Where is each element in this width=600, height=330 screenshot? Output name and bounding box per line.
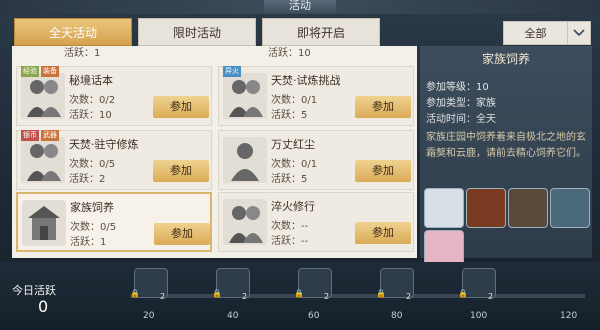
activity-active: 活跃：1 (70, 237, 107, 248)
activity-avatar (223, 137, 267, 183)
tag-fire: 异火 (223, 66, 241, 77)
detail-time: 活动时间：全天 (426, 114, 496, 125)
partial-active-right: 活跃：10 (268, 48, 311, 59)
reward-item-icon[interactable] (424, 188, 464, 228)
activity-card-mortal-world[interactable]: 万丈红尘 次数：0/1 活跃：5 参加 (218, 130, 414, 190)
lock-icon: 🔒 (458, 289, 468, 298)
join-button[interactable]: 参加 (153, 96, 209, 118)
activity-avatar (21, 73, 65, 119)
lock-icon: 🔒 (294, 289, 304, 298)
activity-list[interactable]: 活跃：1 活跃：10 经验 装备 秘境话本 次数：0/2 活跃：10 参加 异火… (12, 46, 417, 258)
activity-name: 天焚·驻守修炼 (69, 138, 139, 151)
chevron-down-icon[interactable] (567, 22, 590, 44)
milestone-mark: 20 (143, 311, 155, 321)
activity-avatar (223, 73, 267, 119)
activity-avatar (223, 199, 267, 245)
detail-level: 参加等级：10 (426, 82, 489, 93)
join-button[interactable]: 参加 (355, 96, 411, 118)
reward-item-icon[interactable] (550, 188, 590, 228)
lock-icon: 🔒 (212, 289, 222, 298)
tag-silver: 银币 (21, 130, 39, 141)
milestone-mark: 100 (470, 311, 488, 321)
filter-dropdown[interactable]: 全部 (503, 21, 591, 45)
activity-card-garrison-training[interactable]: 银币 武器 天焚·驻守修炼 次数：0/5 活跃：2 参加 (16, 130, 212, 190)
page-title: 活动 (264, 0, 336, 14)
chest-count: 2 (324, 292, 330, 301)
lock-icon: 🔒 (376, 289, 386, 298)
tab-limited[interactable]: 限时活动 (138, 18, 256, 46)
activity-name: 天焚·试炼挑战 (271, 74, 341, 87)
chest-count: 2 (406, 292, 412, 301)
activity-name: 淬火修行 (271, 200, 315, 213)
activity-active: 活跃：10 (69, 110, 112, 121)
detail-type: 参加类型：家族 (426, 98, 496, 109)
join-button[interactable]: 参加 (355, 160, 411, 182)
today-activity-value: 0 (38, 297, 49, 316)
activity-name: 秘境话本 (69, 74, 113, 87)
activity-name: 家族饲养 (70, 201, 114, 214)
detail-title: 家族饲养 (481, 52, 530, 66)
activity-card-secret-realm[interactable]: 经验 装备 秘境话本 次数：0/2 活跃：10 参加 (16, 66, 212, 126)
activity-count: 次数：-- (271, 221, 309, 232)
tag-weapon: 武器 (41, 130, 59, 141)
activity-count: 次数：0/5 (70, 222, 117, 233)
progress-track (130, 294, 585, 298)
chest-count: 2 (160, 292, 166, 301)
tag-equip: 装备 (41, 66, 59, 77)
reward-item-icon[interactable] (466, 188, 506, 228)
activity-count: 次数：0/1 (271, 95, 318, 106)
partial-active-left: 活跃：1 (64, 48, 101, 59)
activity-active: 活跃：-- (271, 236, 309, 247)
activity-count: 次数：0/2 (69, 95, 116, 106)
join-button[interactable]: 参加 (355, 222, 411, 244)
activity-avatar (21, 137, 65, 183)
join-button[interactable]: 参加 (154, 223, 210, 245)
milestone-mark: 60 (308, 311, 320, 321)
activity-card-quench-training[interactable]: 淬火修行 次数：-- 活跃：-- 参加 (218, 192, 414, 252)
tag-exp: 经验 (21, 66, 39, 77)
activity-active: 活跃：5 (271, 110, 308, 121)
today-activity-label: 今日活跃 (12, 284, 56, 297)
tab-bar: 全天活动 限时活动 即将开启 (14, 18, 380, 46)
milestone-mark: 40 (227, 311, 239, 321)
activity-progress-bar: 今日活跃 0 🔒 2 20 🔒 2 40 🔒 2 60 🔒 2 80 🔒 2 1… (0, 262, 600, 330)
milestone-mark: 80 (391, 311, 403, 321)
chest-count: 2 (488, 292, 494, 301)
tab-upcoming[interactable]: 即将开启 (262, 18, 380, 46)
chest-count: 2 (242, 292, 248, 301)
activity-count: 次数：0/5 (69, 159, 116, 170)
tab-all-day[interactable]: 全天活动 (14, 18, 132, 46)
activity-avatar (22, 200, 66, 246)
activity-active: 活跃：5 (271, 174, 308, 185)
milestone-mark: 120 (560, 311, 578, 321)
activity-card-family-breeding[interactable]: 家族饲养 次数：0/5 活跃：1 参加 (16, 192, 212, 252)
lock-icon: 🔒 (130, 289, 140, 298)
activity-count: 次数：0/1 (271, 159, 318, 170)
activity-card-trial-challenge[interactable]: 异火 天焚·试炼挑战 次数：0/1 活跃：5 参加 (218, 66, 414, 126)
activity-name: 万丈红尘 (271, 138, 315, 151)
reward-item-icon[interactable] (508, 188, 548, 228)
activity-active: 活跃：2 (69, 174, 106, 185)
detail-panel: 家族饲养 参加等级：10 参加类型：家族 活动时间：全天 家族庄园中饲养着来自极… (420, 46, 592, 270)
detail-description: 家族庄园中饲养着来自极北之地的玄霜獒和云鹿，请前去精心饲养它们。 (426, 132, 586, 159)
join-button[interactable]: 参加 (153, 160, 209, 182)
filter-value: 全部 (524, 27, 547, 40)
